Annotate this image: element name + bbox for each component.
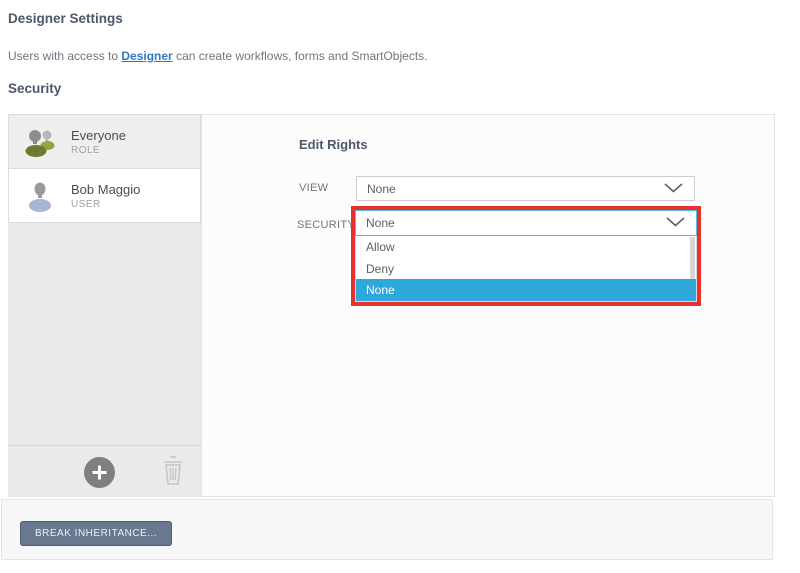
break-inheritance-button[interactable]: BREAK INHERITANCE... xyxy=(20,521,172,546)
trash-icon xyxy=(160,455,186,487)
identity-type: ROLE xyxy=(71,145,100,156)
view-select[interactable]: None xyxy=(356,176,695,201)
identity-list-empty-area xyxy=(8,223,201,445)
security-option-list: Allow Deny None xyxy=(355,236,697,302)
option-list-scrollbar[interactable] xyxy=(690,237,695,279)
security-section-title: Security xyxy=(8,81,61,96)
option-allow[interactable]: Allow xyxy=(356,236,696,258)
chevron-down-icon xyxy=(664,180,683,198)
description-suffix: can create workflows, forms and SmartObj… xyxy=(173,49,428,63)
view-field-label: VIEW xyxy=(299,182,328,194)
identity-name: Bob Maggio xyxy=(71,182,140,197)
group-role-icon xyxy=(23,126,59,160)
description-prefix: Users with access to xyxy=(8,49,121,63)
edit-rights-title: Edit Rights xyxy=(299,137,368,152)
security-dropdown-highlight: None Allow Deny None xyxy=(351,206,701,306)
add-identity-button[interactable] xyxy=(84,457,115,488)
security-select-value: None xyxy=(366,216,395,230)
view-select-value: None xyxy=(367,182,396,196)
option-none[interactable]: None xyxy=(356,279,696,301)
identity-list-toolbar xyxy=(8,445,201,497)
list-item-everyone[interactable]: Everyone ROLE xyxy=(8,114,201,169)
page-title: Designer Settings xyxy=(8,11,123,26)
option-deny[interactable]: Deny xyxy=(356,258,696,280)
plus-icon xyxy=(91,464,108,481)
designer-link[interactable]: Designer xyxy=(121,49,172,63)
identity-type: USER xyxy=(71,199,101,210)
user-icon xyxy=(23,180,59,214)
delete-identity-button[interactable] xyxy=(160,455,186,489)
page-description: Users with access to Designer can create… xyxy=(8,49,428,63)
list-item-bob-maggio[interactable]: Bob Maggio USER xyxy=(8,168,201,223)
security-select[interactable]: None xyxy=(355,210,697,236)
chevron-down-icon xyxy=(666,214,685,232)
footer-bar: BREAK INHERITANCE... xyxy=(1,499,773,560)
identity-name: Everyone xyxy=(71,128,126,143)
identity-list: Everyone ROLE Bob Maggio USER xyxy=(8,114,201,497)
security-field-label: SECURITY xyxy=(297,219,355,231)
